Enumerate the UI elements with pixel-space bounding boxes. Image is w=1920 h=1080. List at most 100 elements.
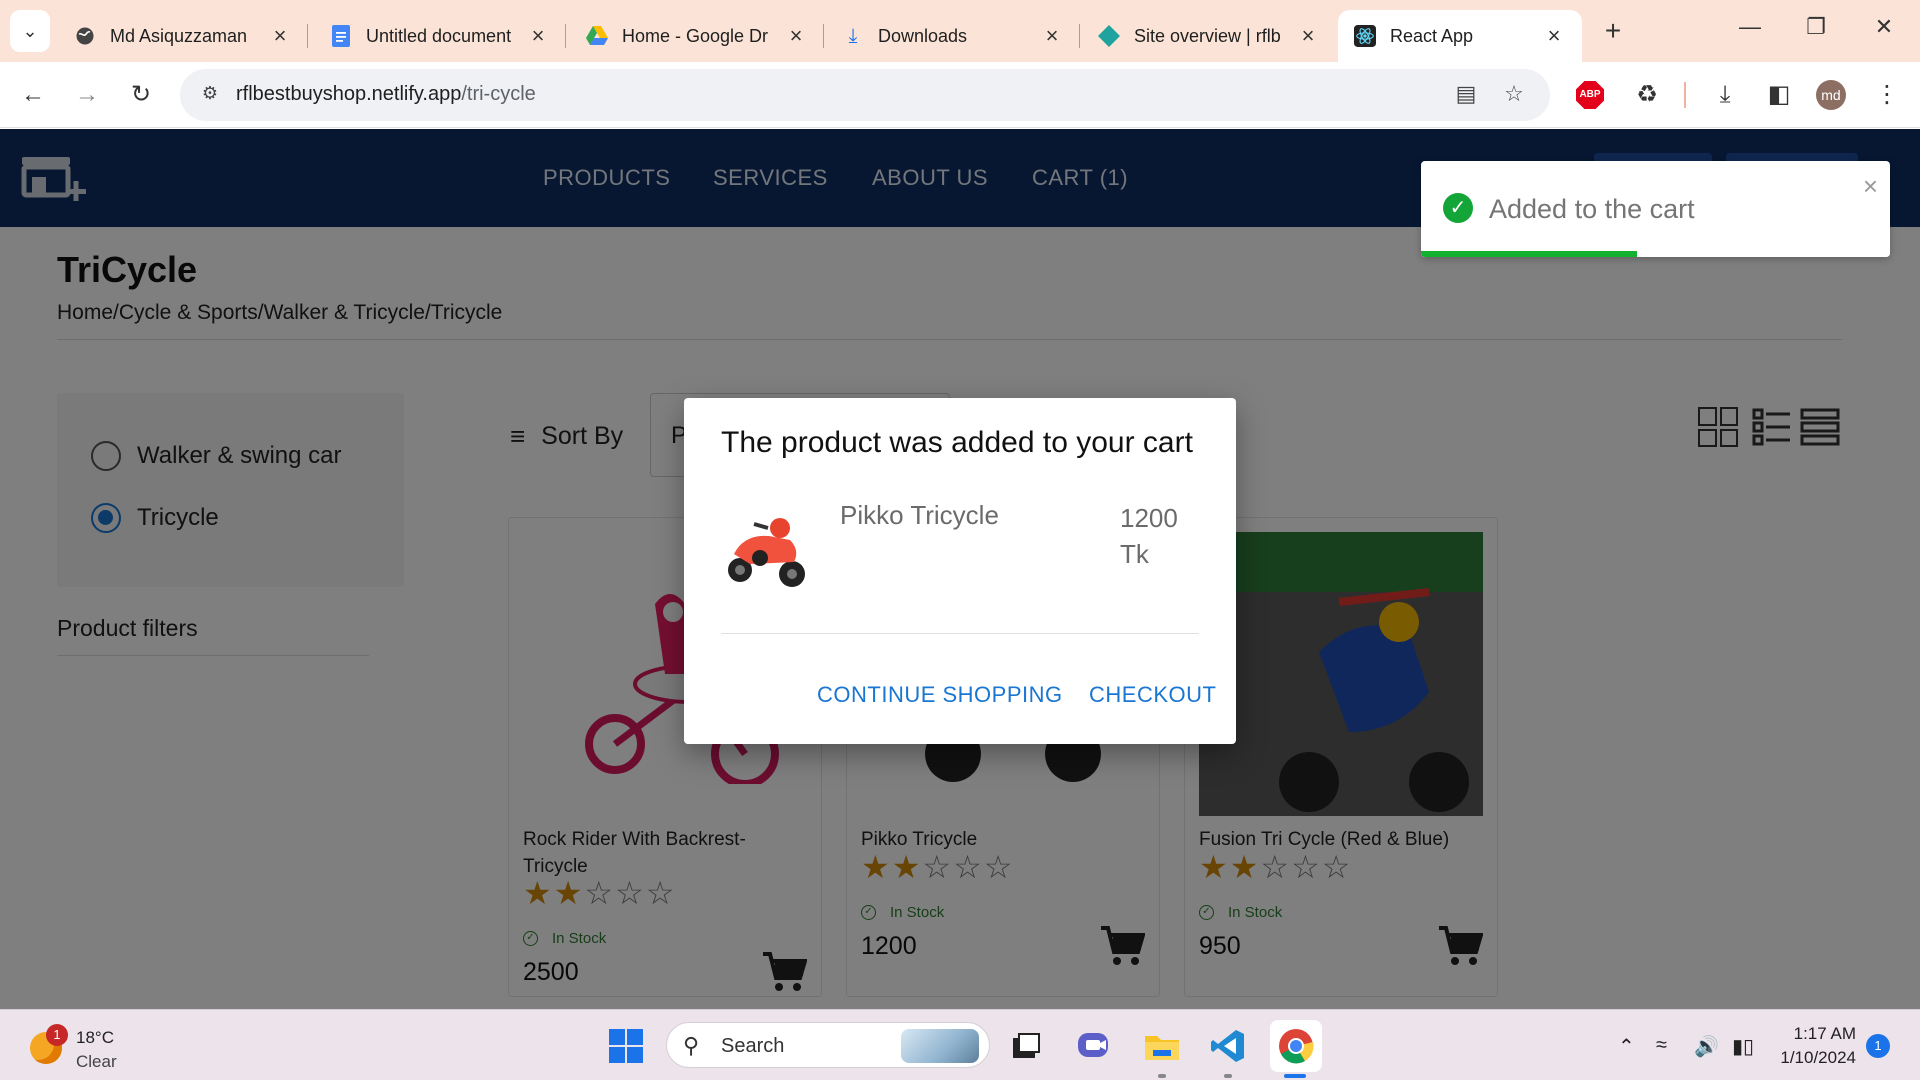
install-app-icon[interactable]: ▤ [1452,81,1480,109]
google-docs-icon [330,25,352,47]
url-text[interactable]: rflbestbuyshop.netlify.app/tri-cycle [236,83,536,106]
close-tab-icon[interactable]: × [268,23,292,49]
close-tab-icon[interactable]: × [526,23,550,49]
close-toast-icon[interactable]: × [1863,171,1878,202]
dialog-product-image [724,504,810,592]
netlify-icon [1098,25,1120,47]
tab-untitled-document[interactable]: Untitled document × [314,10,566,62]
dialog-product-name: Pikko Tricycle [840,500,999,530]
chrome-button[interactable] [1270,1020,1322,1072]
restore-button[interactable]: ❐ [1796,14,1836,46]
file-explorer-button[interactable] [1140,1024,1184,1068]
divider [721,633,1199,634]
close-tab-icon[interactable]: × [1296,23,1320,49]
arrow-left-icon: ← [21,81,45,108]
weather-temperature: 18°C [76,1028,114,1047]
tab-react-app[interactable]: React App × [1338,10,1582,62]
task-view-button[interactable] [1004,1024,1048,1068]
restore-icon: ❐ [1806,14,1826,39]
globe-icon [74,25,96,47]
taskbar-search[interactable]: ⚲ Search [666,1022,990,1068]
tab-md-asiquzzaman[interactable]: Md Asiquzzaman × [58,10,308,62]
new-tab-button[interactable]: + [1596,14,1630,48]
toast-progress-bar [1421,251,1637,257]
close-window-button[interactable]: ✕ [1864,14,1904,46]
web-page: PRODUCTS SERVICES ABOUT US CART (1) TriC… [0,129,1920,1009]
battery-icon[interactable]: ▮▯ [1732,1034,1754,1059]
tab-title: Site overview | rflb [1134,25,1281,46]
back-button[interactable]: ← [14,76,52,114]
close-icon: ✕ [1874,14,1894,39]
weather-condition: Clear [76,1052,117,1071]
url-host: rflbestbuyshop.netlify.app [236,83,462,105]
success-check-icon: ✓ [1443,193,1473,223]
toolbar-divider [1684,82,1686,108]
url-path: /tri-cycle [461,83,536,105]
side-panel-icon[interactable]: ◧ [1762,78,1796,112]
folder-icon [1145,1036,1179,1060]
plus-icon: + [1604,15,1622,46]
running-indicator [1224,1074,1232,1078]
tab-google-drive[interactable]: Home - Google Dr × [570,10,824,62]
tab-search-button[interactable]: ⌄ [10,10,50,52]
google-drive-icon [586,25,608,47]
address-bar[interactable]: ⚙ rflbestbuyshop.netlify.app/tri-cycle ▤… [180,69,1550,121]
close-tab-icon[interactable]: × [1040,23,1064,49]
minimize-icon: — [1739,14,1761,39]
chrome-icon [1279,1029,1314,1064]
tab-title: React App [1390,25,1474,46]
tab-title: Downloads [878,25,968,46]
download-icon: ⤓ [848,24,858,47]
reload-button[interactable]: ↻ [122,76,160,114]
browser-tab-strip: ⌄ Md Asiquzzaman × Untitled document × H… [0,0,1920,62]
checkout-button[interactable]: CHECKOUT [1089,682,1216,708]
more-menu-icon[interactable]: ⋮ [1870,78,1904,112]
clock-date: 1/10/2024 [1780,1048,1856,1067]
react-icon [1354,25,1376,47]
bookmark-star-icon[interactable]: ☆ [1500,81,1528,109]
tab-downloads[interactable]: ⤓ Downloads × [826,10,1080,62]
chevron-down-icon: ⌄ [22,20,38,41]
added-to-cart-dialog: The product was added to your cart Pikko… [684,398,1236,744]
site-settings-icon[interactable]: ⚙ [198,83,222,107]
arrow-right-icon: → [75,81,99,108]
windows-taskbar: 1 18°C Clear ⚲ Search ⌃ ≈ 🔊 ▮▯ 1:17 AM 1… [0,1009,1920,1080]
downloads-icon[interactable]: ⤓ [1708,78,1742,112]
continue-shopping-button[interactable]: CONTINUE SHOPPING [817,682,1063,708]
notification-badge[interactable]: 1 [1866,1034,1890,1058]
toast-message: Added to the cart [1489,194,1695,224]
teams-chat-button[interactable] [1072,1024,1116,1068]
search-placeholder: Search [721,1035,785,1057]
search-highlight-image [901,1029,979,1063]
dialog-product-price: 1200 Tk [1120,503,1178,569]
volume-icon[interactable]: 🔊 [1694,1034,1719,1059]
tab-title: Home - Google Dr [622,25,769,46]
system-clock[interactable]: 1:17 AM 1/10/2024 [1774,1022,1856,1070]
show-hidden-icons-icon[interactable]: ⌃ [1618,1034,1635,1059]
tab-title: Md Asiquzzaman [110,25,248,46]
profile-avatar[interactable]: md [1816,80,1846,110]
adblock-plus-icon[interactable]: ABP [1576,81,1604,109]
close-tab-icon[interactable]: × [784,23,808,49]
chat-icon [1078,1033,1108,1057]
weather-badge: 1 [46,1024,68,1046]
success-toast: ✓ Added to the cart × [1421,161,1890,257]
tab-site-overview[interactable]: Site overview | rflb × [1082,10,1336,62]
extensions-icon[interactable]: ♻ [1630,78,1664,112]
wifi-icon[interactable]: ≈ [1656,1034,1667,1057]
vscode-icon [1211,1030,1244,1062]
browser-toolbar: ← → ↻ ⚙ rflbestbuyshop.netlify.app/tri-c… [0,62,1920,128]
minimize-button[interactable]: — [1730,14,1770,46]
close-tab-icon[interactable]: × [1542,23,1566,49]
reload-icon: ↻ [130,81,152,108]
task-view-icon [1013,1033,1040,1058]
windows-logo-icon [609,1029,643,1063]
clock-time: 1:17 AM [1793,1024,1856,1043]
active-indicator [1284,1074,1306,1078]
vscode-button[interactable] [1206,1024,1250,1068]
forward-button[interactable]: → [68,76,106,114]
weather-widget[interactable]: 1 18°C Clear [26,1024,136,1072]
running-indicator [1158,1074,1166,1078]
dialog-title: The product was added to your cart [721,426,1193,459]
start-button[interactable] [604,1024,648,1068]
